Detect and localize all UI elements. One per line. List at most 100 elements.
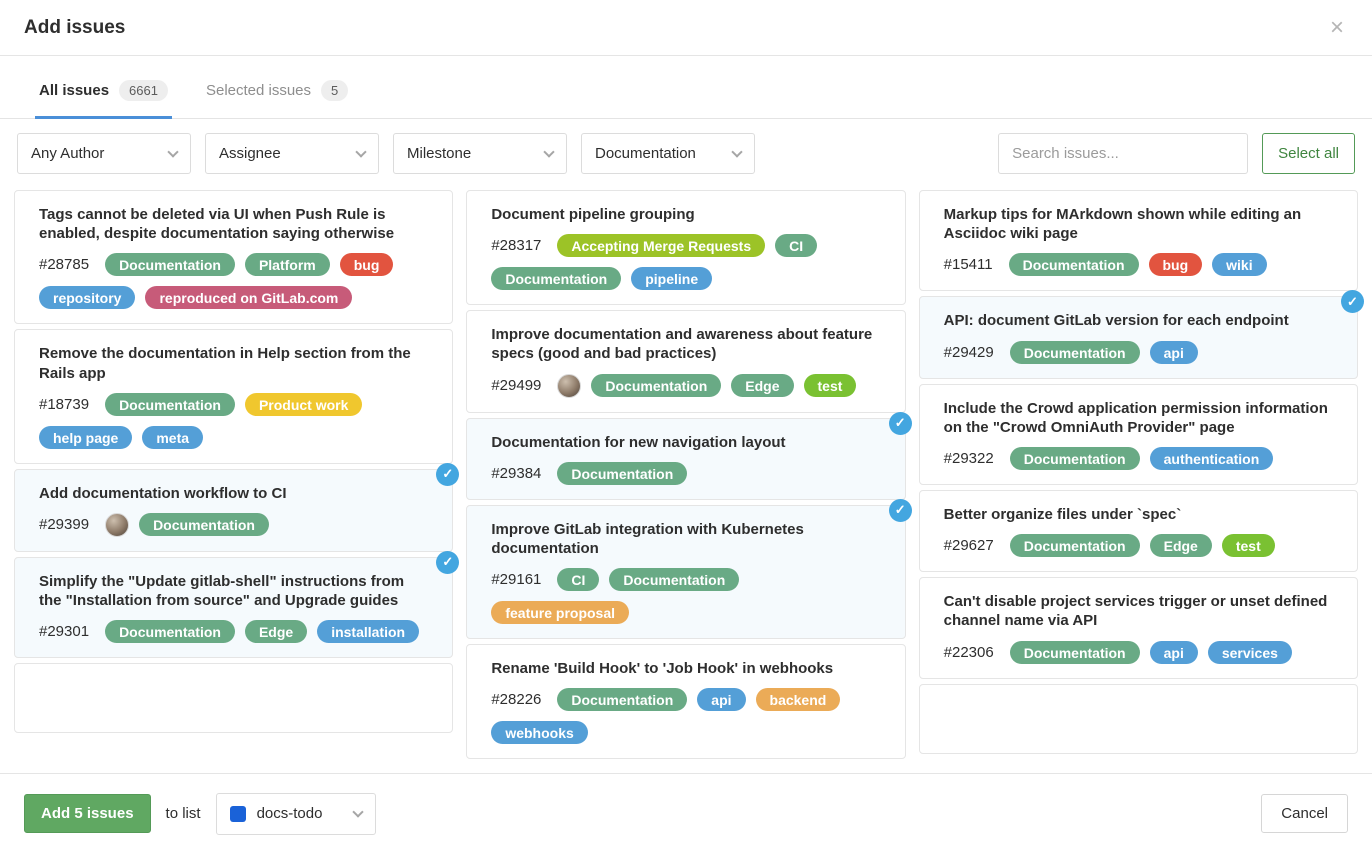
issue-title: Can't disable project services trigger o…: [944, 592, 1333, 630]
issue-card[interactable]: Document pipeline grouping#28317Acceptin…: [466, 190, 905, 305]
issue-label: CI: [557, 568, 599, 591]
close-icon[interactable]: ×: [1326, 16, 1348, 40]
chevron-down-icon: [355, 146, 366, 157]
avatar: [105, 513, 129, 537]
tab-selected-issues-label: Selected issues: [206, 82, 311, 99]
issue-label: api: [697, 688, 745, 711]
issues-board: Tags cannot be deleted via UI when Push …: [0, 190, 1372, 773]
issue-meta: #29499DocumentationEdgetest: [491, 374, 880, 398]
issue-title: Add documentation workflow to CI: [39, 484, 428, 503]
selected-check-icon: ✓: [889, 499, 912, 522]
search-input[interactable]: [998, 133, 1248, 174]
issue-number: #22306: [944, 644, 994, 661]
issue-card[interactable]: ✓API: document GitLab version for each e…: [919, 296, 1358, 378]
issue-meta: #28785DocumentationPlatformbugrepository…: [39, 253, 428, 309]
issue-card[interactable]: Better organize files under `spec` #29627…: [919, 490, 1358, 572]
issue-label: Edge: [245, 620, 307, 643]
issue-meta: #15411Documentationbugwiki: [944, 253, 1333, 276]
issue-label: Edge: [731, 374, 793, 397]
issue-label: installation: [317, 620, 419, 643]
label-filter-label: Documentation: [595, 145, 696, 162]
chevron-down-icon: [543, 146, 554, 157]
issue-number: #29627: [944, 537, 994, 554]
issue-label: test: [804, 374, 857, 397]
issue-label: Product work: [245, 393, 362, 416]
issue-number: #29429: [944, 344, 994, 361]
issue-number: #28226: [491, 691, 541, 708]
label-filter-dropdown[interactable]: Documentation: [581, 133, 755, 174]
tab-all-issues-label: All issues: [39, 82, 109, 99]
issue-number: #29301: [39, 623, 89, 640]
issue-title: Document pipeline grouping: [491, 205, 880, 224]
issue-title: Rename 'Build Hook' to 'Job Hook' in web…: [491, 659, 880, 678]
issue-title: Better organize files under `spec`: [944, 505, 1333, 524]
list-color-swatch: [230, 806, 246, 822]
issue-title: Markup tips for MArkdown shown while edi…: [944, 205, 1333, 243]
filter-bar: Any Author Assignee Milestone Documentat…: [0, 119, 1372, 190]
issue-label: Documentation: [139, 513, 269, 536]
issue-card[interactable]: Remove the documentation in Help section…: [14, 329, 453, 463]
milestone-filter-label: Milestone: [407, 145, 471, 162]
issue-card[interactable]: ✓Simplify the "Update gitlab-shell" inst…: [14, 557, 453, 658]
modal-header: Add issues ×: [0, 0, 1372, 56]
issue-title: Remove the documentation in Help section…: [39, 344, 428, 382]
select-all-button[interactable]: Select all: [1262, 133, 1355, 174]
issue-label: services: [1208, 641, 1292, 664]
issue-label: Documentation: [1009, 253, 1139, 276]
issue-card[interactable]: Improve documentation and awareness abou…: [466, 310, 905, 412]
issue-card[interactable]: Tags cannot be deleted via UI when Push …: [14, 190, 453, 324]
issue-label: Documentation: [1010, 341, 1140, 364]
issue-label: bug: [340, 253, 394, 276]
issue-label: Documentation: [1010, 641, 1140, 664]
issue-meta: #29429 Documentation api: [944, 341, 1333, 364]
issue-card[interactable]: ✓Documentation for new navigation layout…: [466, 418, 905, 500]
tab-selected-issues[interactable]: Selected issues 5: [202, 80, 352, 119]
issue-card[interactable]: [919, 684, 1358, 754]
issue-number: #29161: [491, 571, 541, 588]
issue-title: Documentation for new navigation layout: [491, 433, 880, 452]
issue-number: #29499: [491, 377, 541, 394]
issue-number: #29384: [491, 465, 541, 482]
author-filter-dropdown[interactable]: Any Author: [17, 133, 191, 174]
issue-label: pipeline: [631, 267, 712, 290]
issue-card[interactable]: Can't disable project services trigger o…: [919, 577, 1358, 678]
issue-meta: #29399Documentation: [39, 513, 428, 537]
issue-label: test: [1222, 534, 1275, 557]
issue-label: api: [1150, 641, 1198, 664]
issue-card[interactable]: [14, 663, 453, 733]
issue-card[interactable]: Rename 'Build Hook' to 'Job Hook' in web…: [466, 644, 905, 759]
issue-card[interactable]: Markup tips for MArkdown shown while edi…: [919, 190, 1358, 291]
issue-label: Documentation: [1010, 534, 1140, 557]
tab-all-issues-count: 6661: [119, 80, 168, 101]
cancel-button[interactable]: Cancel: [1261, 794, 1348, 833]
issue-number: #29322: [944, 450, 994, 467]
tab-all-issues[interactable]: All issues 6661: [35, 80, 172, 119]
author-filter-label: Any Author: [31, 145, 104, 162]
issue-label: bug: [1149, 253, 1203, 276]
issue-title: Tags cannot be deleted via UI when Push …: [39, 205, 428, 243]
issue-label: help page: [39, 426, 132, 449]
issue-title: Improve GitLab integration with Kubernet…: [491, 520, 880, 558]
issue-number: #15411: [944, 256, 993, 273]
issue-meta: #29627DocumentationEdgetest: [944, 534, 1333, 557]
issue-label: Documentation: [105, 393, 235, 416]
issue-number: #28317: [491, 237, 541, 254]
board-column: Tags cannot be deleted via UI when Push …: [14, 190, 453, 773]
issue-card[interactable]: Include the Crowd application permission…: [919, 384, 1358, 485]
issue-meta: #29301DocumentationEdgeinstallation: [39, 620, 428, 643]
milestone-filter-dropdown[interactable]: Milestone: [393, 133, 567, 174]
issue-meta: #18739 Documentation Product work help page…: [39, 393, 428, 449]
issue-label: Documentation: [1010, 447, 1140, 470]
chevron-down-icon: [352, 806, 363, 817]
issue-label: api: [1150, 341, 1198, 364]
add-issues-button[interactable]: Add 5 issues: [24, 794, 151, 833]
modal-title: Add issues: [24, 17, 125, 39]
issue-meta: #29322Documentationauthentication: [944, 447, 1333, 470]
assignee-filter-dropdown[interactable]: Assignee: [205, 133, 379, 174]
list-select-dropdown[interactable]: docs-todo: [216, 793, 376, 835]
issue-label: Documentation: [105, 253, 235, 276]
issue-card[interactable]: ✓Add documentation workflow to CI#29399D…: [14, 469, 453, 552]
selected-check-icon: ✓: [436, 551, 459, 574]
issue-number: #18739: [39, 396, 89, 413]
issue-card[interactable]: ✓Improve GitLab integration with Kuberne…: [466, 505, 905, 639]
